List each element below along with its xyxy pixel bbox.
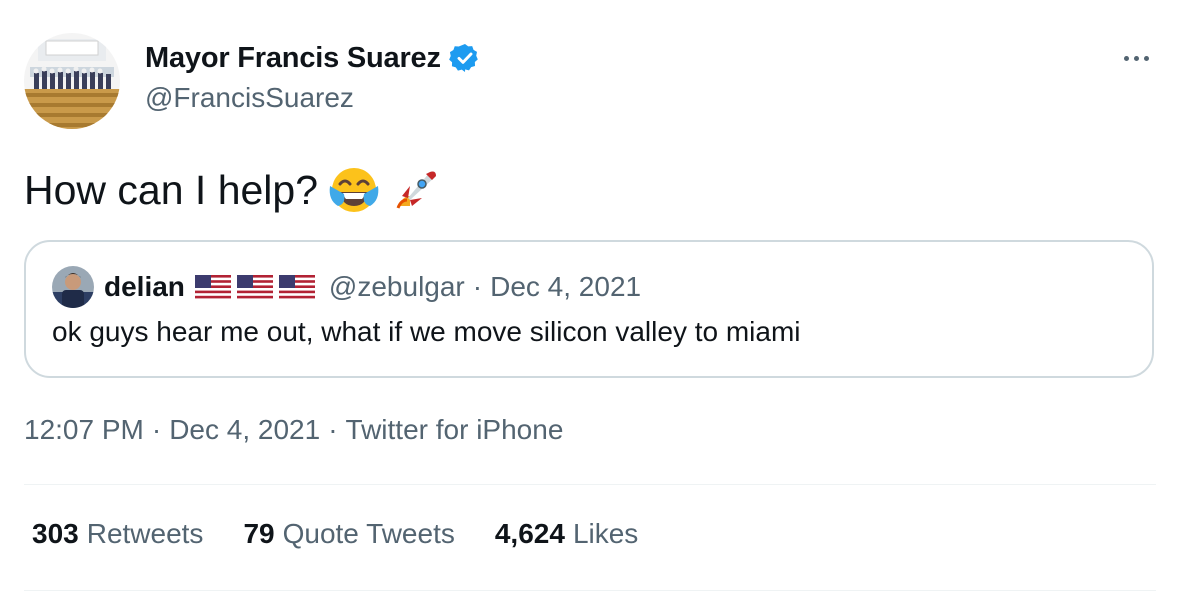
- tweet-stats: 303 Retweets 79 Quote Tweets 4,624 Likes: [32, 518, 638, 550]
- rocket-emoji: [396, 171, 437, 209]
- quote-tweets-stat[interactable]: 79 Quote Tweets: [243, 518, 454, 550]
- more-options-icon[interactable]: [1118, 46, 1154, 70]
- likes-count: 4,624: [494, 518, 565, 549]
- us-flag-emoji: [236, 275, 273, 299]
- quoted-handle: @zebulgar: [328, 271, 465, 302]
- dot: [1143, 55, 1149, 61]
- retweets-stat[interactable]: 303 Retweets: [32, 518, 203, 550]
- divider: [24, 484, 1156, 485]
- divider: [24, 590, 1156, 591]
- retweets-label: Retweets: [86, 518, 204, 549]
- author-name-row: Mayor Francis Suarez: [145, 40, 481, 76]
- quoted-tweet-card[interactable]: delian @zebulgar · Dec 4, 2021 ok guys h…: [24, 240, 1154, 378]
- tweet-source[interactable]: Twitter for iPhone: [346, 414, 564, 446]
- quoted-separator: ·: [472, 271, 483, 302]
- quote-tweets-label: Quote Tweets: [282, 518, 455, 549]
- us-flag-emoji: [194, 275, 231, 299]
- quoted-author-avatar: [52, 266, 94, 308]
- quoted-date: Dec 4, 2021: [490, 271, 642, 302]
- dot: [1133, 55, 1139, 61]
- likes-label: Likes: [572, 518, 639, 549]
- quote-tweets-count: 79: [243, 518, 275, 549]
- meta-separator: ·: [151, 414, 162, 445]
- author-avatar[interactable]: [24, 33, 120, 129]
- tweet-time[interactable]: 12:07 PM: [24, 414, 144, 446]
- tweet-metadata: 12:07 PM · Dec 4, 2021 · Twitter for iPh…: [24, 414, 563, 446]
- face-with-tears-of-joy-emoji: [329, 168, 379, 212]
- retweets-count: 303: [32, 518, 79, 549]
- tweet-date[interactable]: Dec 4, 2021: [169, 414, 320, 446]
- author-handle[interactable]: @FrancisSuarez: [145, 82, 354, 114]
- tweet-text: How can I help?: [24, 166, 319, 213]
- us-flag-emoji: [278, 275, 315, 299]
- verified-badge-icon: [448, 44, 478, 72]
- likes-stat[interactable]: 4,624 Likes: [495, 518, 638, 550]
- quoted-tweet-text: ok guys hear me out, what if we move sil…: [52, 316, 801, 347]
- author-display-name[interactable]: Mayor Francis Suarez: [145, 42, 441, 75]
- quoted-tweet-header: delian @zebulgar · Dec 4, 2021: [52, 266, 641, 308]
- meta-separator: ·: [328, 414, 338, 445]
- quoted-display-name: delian: [104, 271, 185, 302]
- tweet-body: How can I help?: [24, 162, 442, 218]
- dot: [1123, 55, 1129, 61]
